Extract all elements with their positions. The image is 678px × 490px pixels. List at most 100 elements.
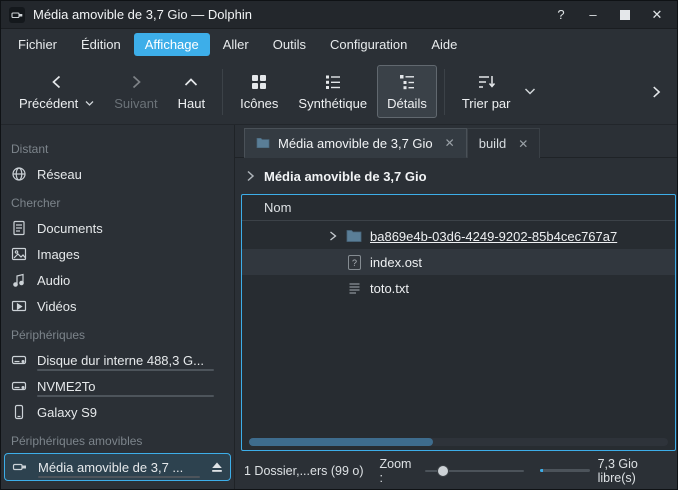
sidebar-item-documents[interactable]: Documents (1, 215, 234, 241)
window-title: Média amovible de 3,7 Gio — Dolphin (33, 7, 252, 22)
forward-button[interactable]: Suivant (104, 65, 167, 118)
toolbar-separator (222, 69, 223, 115)
folder-icon (344, 229, 364, 243)
minimize-button[interactable]: – (581, 5, 605, 25)
disk-usage-bar (37, 369, 214, 371)
free-space-fill (540, 469, 543, 472)
breadcrumb[interactable]: Média amovible de 3,7 Gio (235, 158, 677, 194)
sort-by-label: Trier par (462, 96, 511, 111)
disk-usage-bar (37, 395, 214, 397)
tab-build[interactable]: build ✕ (467, 128, 541, 158)
free-space-bar (540, 469, 589, 472)
section-peripheriques: Périphériques (1, 319, 234, 347)
file-rows: ba869e4b-03d6-4249-9202-85b4cec767a7 ? i… (242, 221, 675, 450)
breadcrumb-current-folder[interactable]: Média amovible de 3,7 Gio (264, 169, 427, 184)
sort-dropdown-chevron-icon[interactable] (524, 87, 536, 96)
harddisk-icon (11, 352, 27, 368)
sidebar-item-galaxy-s9[interactable]: Galaxy S9 (1, 399, 234, 425)
harddisk-icon (11, 378, 27, 394)
sidebar-item-label: NVME2To (37, 379, 96, 394)
menu-aller[interactable]: Aller (212, 33, 260, 56)
sidebar-item-label: Galaxy S9 (37, 405, 97, 420)
image-icon (11, 246, 27, 262)
sidebar-item-audio[interactable]: Audio (1, 267, 234, 293)
tab-close-icon[interactable]: ✕ (518, 137, 528, 151)
disk-usage-bar (38, 476, 200, 478)
file-row-toto-txt[interactable]: toto.txt (242, 275, 675, 301)
sidebar-item-label: Images (37, 247, 80, 262)
icons-view-label: Icônes (240, 96, 278, 111)
free-space-widget: 7,3 Gio libre(s) (540, 457, 667, 485)
titlebar[interactable]: Média amovible de 3,7 Gio — Dolphin ? – … (1, 1, 677, 29)
main-view-column: Média amovible de 3,7 Gio ✕ build ✕ Médi… (235, 125, 677, 489)
help-button[interactable]: ? (549, 5, 573, 25)
menu-fichier[interactable]: Fichier (7, 33, 68, 56)
tab-label: Média amovible de 3,7 Gio (278, 136, 433, 151)
unknown-file-icon: ? (344, 255, 364, 270)
sidebar-item-reseau[interactable]: Réseau (1, 161, 234, 187)
sidebar-item-videos[interactable]: Vidéos (1, 293, 234, 319)
tab-media-amovible[interactable]: Média amovible de 3,7 Gio ✕ (244, 128, 467, 158)
zoom-slider[interactable] (425, 464, 525, 478)
compact-view-button[interactable]: Synthétique (288, 65, 377, 118)
folder-icon (256, 137, 270, 149)
sidebar-item-nvme2to[interactable]: NVME2To (1, 373, 234, 399)
menubar: Fichier Édition Affichage Aller Outils C… (1, 29, 677, 59)
sidebar-item-label: Documents (37, 221, 103, 236)
up-button[interactable]: Haut (168, 65, 215, 118)
dolphin-window: Média amovible de 3,7 Gio — Dolphin ? – … (0, 0, 678, 490)
chevron-left-icon (47, 72, 67, 92)
section-chercher: Chercher (1, 187, 234, 215)
free-space-label: 7,3 Gio libre(s) (598, 457, 667, 485)
file-name[interactable]: index.ost (370, 255, 422, 270)
file-row-folder[interactable]: ba869e4b-03d6-4249-9202-85b4cec767a7 (242, 223, 675, 249)
menu-edition[interactable]: Édition (70, 33, 132, 56)
eject-icon[interactable] (211, 461, 223, 473)
chevron-down-icon (85, 100, 94, 107)
sidebar-item-label: Disque dur interne 488,3 G... (37, 353, 204, 368)
content-area: Distant Réseau Chercher Documents Images… (1, 125, 677, 489)
toolbar: Précédent Suivant Haut Icônes Synthétiqu… (1, 59, 677, 125)
sidebar-item-disque-interne[interactable]: Disque dur interne 488,3 G... (1, 347, 234, 373)
forward-label: Suivant (114, 96, 157, 111)
menu-aide[interactable]: Aide (420, 33, 468, 56)
document-icon (11, 220, 27, 236)
file-name[interactable]: ba869e4b-03d6-4249-9202-85b4cec767a7 (370, 229, 617, 244)
tab-close-icon[interactable]: ✕ (445, 136, 455, 150)
compact-view-icon (323, 72, 343, 92)
file-name[interactable]: toto.txt (370, 281, 409, 296)
toolbar-overflow-chevron-icon[interactable] (643, 83, 669, 101)
sort-by-button[interactable]: Trier par (452, 65, 521, 118)
menu-configuration[interactable]: Configuration (319, 33, 418, 56)
svg-text:?: ? (351, 258, 356, 268)
back-button[interactable]: Précédent (9, 65, 104, 118)
details-view-button[interactable]: Détails (377, 65, 437, 118)
sidebar-item-media-amovible[interactable]: Média amovible de 3,7 ... (4, 453, 231, 481)
sidebar-item-label: Vidéos (37, 299, 77, 314)
back-label: Précédent (19, 96, 78, 111)
file-row-index-ost[interactable]: ? index.ost (242, 249, 675, 275)
toolbar-separator (444, 69, 445, 115)
sidebar-item-label: Audio (37, 273, 70, 288)
usb-drive-icon (12, 459, 28, 475)
menu-outils[interactable]: Outils (262, 33, 317, 56)
items-summary: 1 Dossier,...ers (99 o) (244, 464, 364, 478)
scrollbar-thumb[interactable] (249, 438, 433, 446)
app-icon (9, 7, 25, 23)
places-panel: Distant Réseau Chercher Documents Images… (1, 125, 235, 489)
maximize-button[interactable] (613, 5, 637, 25)
sidebar-item-label: Réseau (37, 167, 82, 182)
close-button[interactable]: ✕ (645, 5, 669, 25)
sidebar-item-images[interactable]: Images (1, 241, 234, 267)
zoom-slider-handle[interactable] (437, 465, 449, 477)
expand-arrow-icon[interactable] (322, 231, 344, 241)
horizontal-scrollbar[interactable] (249, 438, 668, 446)
file-view[interactable]: Nom ba869e4b-03d6-4249-9202-85b4cec767a7… (241, 194, 676, 451)
details-view-icon (397, 72, 417, 92)
chevron-right-icon[interactable] (246, 170, 255, 182)
icons-view-button[interactable]: Icônes (230, 65, 288, 118)
menu-affichage[interactable]: Affichage (134, 33, 210, 56)
up-label: Haut (178, 96, 205, 111)
audio-icon (11, 272, 27, 288)
column-header-nom[interactable]: Nom (242, 195, 675, 221)
